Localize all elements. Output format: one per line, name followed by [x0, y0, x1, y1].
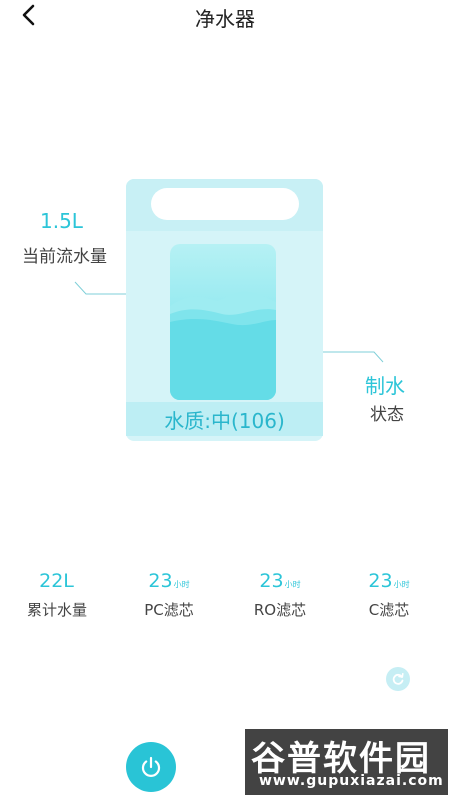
power-button[interactable] — [126, 742, 176, 792]
stat-total-water: 22L 累计水量 — [2, 570, 112, 620]
stat-pc-filter: 23小时 PC滤芯 — [114, 570, 224, 620]
stat-label: 累计水量 — [26, 601, 87, 619]
stat-ro-filter: 23小时 RO滤芯 — [225, 570, 335, 620]
stat-value: 23 — [259, 570, 284, 592]
power-icon — [141, 756, 161, 777]
stat-value: 23 — [148, 570, 173, 592]
status-value: 制水 — [365, 374, 405, 398]
water-quality-label: 水质:中(106) — [126, 402, 323, 436]
water-tank — [170, 244, 276, 400]
header-bar: 净水器 — [0, 0, 450, 31]
stat-value: 22L — [39, 570, 74, 592]
stat-unit: 小时 — [173, 580, 190, 589]
purifier-top — [126, 179, 323, 231]
purifier-display-slot — [151, 188, 299, 220]
watermark: 谷普软件园 www.gupuxiazai.com — [245, 729, 448, 795]
stat-label: RO滤芯 — [253, 601, 307, 619]
stat-label: PC滤芯 — [144, 601, 194, 619]
current-flow-value: 1.5L — [40, 209, 83, 233]
stat-c-filter: 23小时 C滤芯 — [334, 570, 444, 620]
water-wave — [170, 291, 276, 400]
watermark-url: www.gupuxiazai.com — [259, 773, 444, 789]
stat-value: 23 — [368, 570, 393, 592]
status-label: 状态 — [370, 405, 404, 425]
refresh-button[interactable] — [386, 667, 410, 691]
refresh-icon — [392, 672, 404, 685]
purifier-illustration: 水质:中(106) — [126, 179, 323, 441]
current-flow-label: 当前流水量 — [22, 247, 107, 267]
page-title: 净水器 — [195, 7, 255, 31]
stat-label: C滤芯 — [368, 601, 410, 619]
stats-row: 22L 累计水量 23小时 PC滤芯 23小时 RO滤芯 23小时 C滤芯 — [0, 570, 450, 630]
stat-unit: 小时 — [393, 580, 410, 589]
stat-unit: 小时 — [284, 580, 301, 589]
